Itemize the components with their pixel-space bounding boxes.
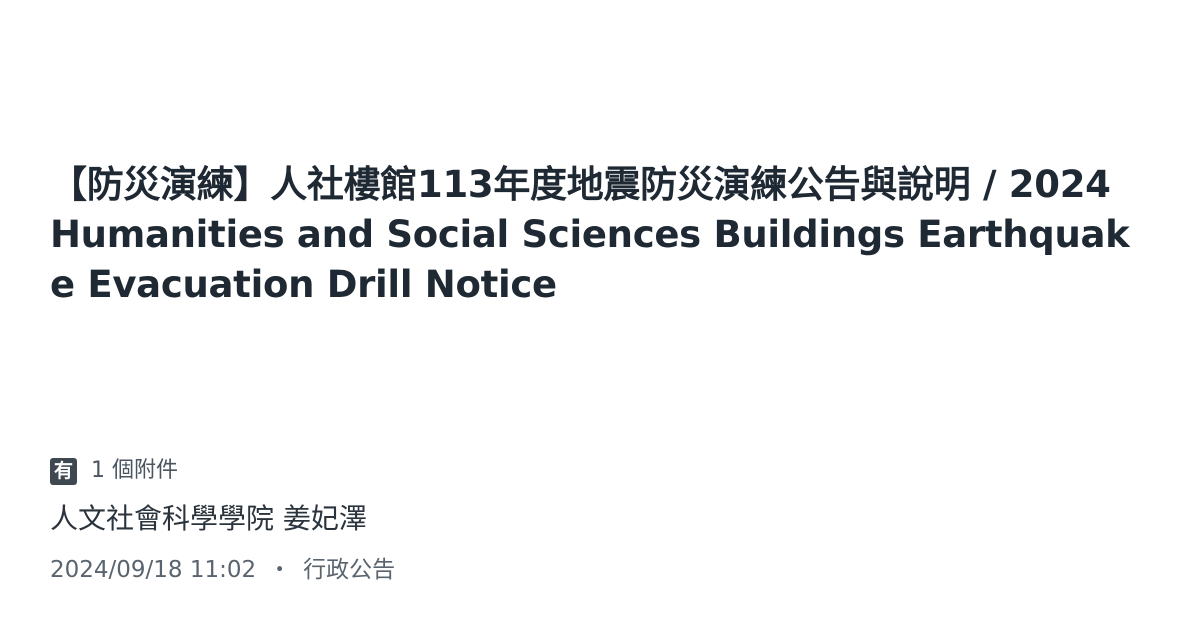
- post-category[interactable]: 行政公告: [303, 554, 395, 586]
- author-name: 人文社會科學學院 姜妃澤: [50, 502, 367, 535]
- attachments-row[interactable]: 有 1 個附件: [50, 456, 178, 486]
- attachments-count[interactable]: 1 個附件: [91, 456, 178, 486]
- attachment-icon: 有: [50, 457, 77, 485]
- meta-separator: ・: [268, 557, 292, 583]
- post-date: 2024/09/18 11:02: [50, 557, 257, 583]
- post-meta: 2024/09/18 11:02 ・ 行政公告: [50, 554, 395, 586]
- page-title: 【防災演練】人社樓館113年度地震防災演練公告與說明 / 2024 Humani…: [50, 163, 1130, 306]
- announcement-card: 【防災演練】人社樓館113年度地震防災演練公告與說明 / 2024 Humani…: [0, 0, 1200, 630]
